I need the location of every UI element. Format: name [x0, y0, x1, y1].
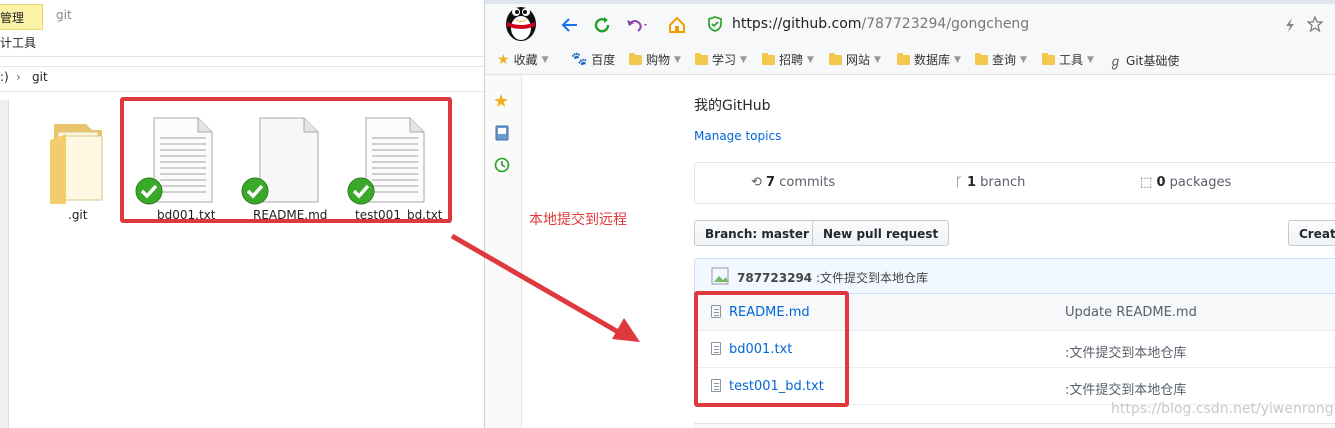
annotation-label: 本地提交到远程: [529, 212, 627, 228]
arrow-line: [450, 233, 622, 336]
annotation-arrow: [450, 233, 640, 342]
watermark: https://blog.csdn.net/yiwenrong: [1111, 401, 1334, 417]
